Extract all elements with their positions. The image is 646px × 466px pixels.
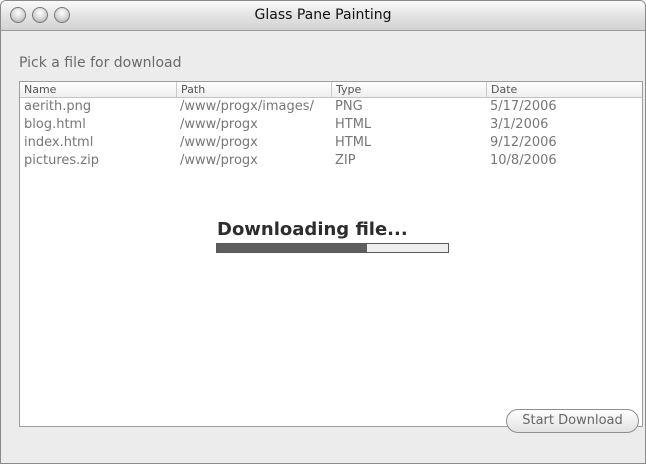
start-download-button[interactable]: Start Download	[506, 409, 639, 433]
title-bar[interactable]: Glass Pane Painting	[1, 1, 645, 31]
download-progress-bar	[216, 243, 449, 253]
cell-name: pictures.zip	[24, 153, 99, 168]
table-row[interactable]: aerith.png /www/progx/images/ PNG 5/17/2…	[20, 98, 642, 116]
column-header-path[interactable]: Path	[176, 82, 331, 97]
cell-date: 3/1/2006	[490, 117, 549, 132]
column-header-type[interactable]: Type	[331, 82, 486, 97]
cell-path: /www/progx	[180, 135, 258, 150]
window-title: Glass Pane Painting	[254, 7, 392, 23]
cell-path: /www/progx/images/	[180, 99, 314, 114]
downloading-message: Downloading file...	[217, 219, 408, 240]
app-window: Glass Pane Painting Pick a file for down…	[0, 0, 646, 464]
cell-type: ZIP	[335, 153, 356, 168]
download-progress-fill	[217, 244, 368, 252]
window-content: Pick a file for download Name Path Type …	[1, 31, 645, 463]
cell-date: 10/8/2006	[490, 153, 557, 168]
cell-path: /www/progx	[180, 117, 258, 132]
table-row[interactable]: pictures.zip /www/progx ZIP 10/8/2006	[20, 152, 642, 170]
download-prompt-label: Pick a file for download	[19, 55, 182, 71]
cell-name: aerith.png	[24, 99, 92, 114]
column-header-date[interactable]: Date	[486, 82, 642, 97]
column-header-name[interactable]: Name	[20, 82, 176, 97]
cell-type: PNG	[335, 99, 363, 114]
table-row[interactable]: blog.html /www/progx HTML 3/1/2006	[20, 116, 642, 134]
table-row[interactable]: index.html /www/progx HTML 9/12/2006	[20, 134, 642, 152]
cell-path: /www/progx	[180, 153, 258, 168]
file-table: Name Path Type Date aerith.png /www/prog…	[19, 81, 643, 427]
cell-name: index.html	[24, 135, 94, 150]
cell-type: HTML	[335, 117, 372, 132]
cell-name: blog.html	[24, 117, 86, 132]
cell-date: 5/17/2006	[490, 99, 557, 114]
cell-date: 9/12/2006	[490, 135, 557, 150]
table-header: Name Path Type Date	[20, 82, 642, 98]
cell-type: HTML	[335, 135, 372, 150]
